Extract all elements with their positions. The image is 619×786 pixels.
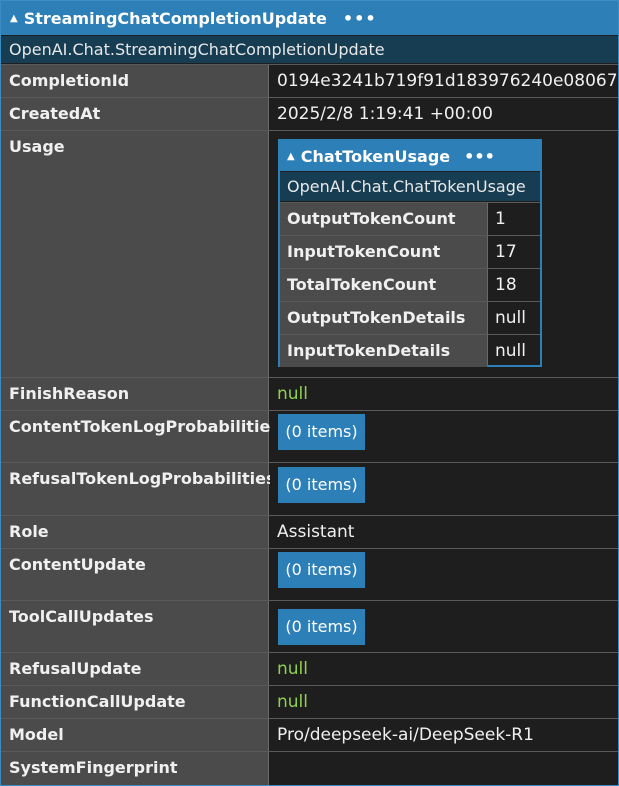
- usage-row-key: InputTokenDetails: [280, 335, 488, 367]
- row-key: RefusalUpdate: [1, 653, 269, 685]
- row-key: CompletionId: [1, 65, 269, 97]
- row-completion-id: CompletionId 0194e3241b719f91d183976240e…: [1, 64, 618, 97]
- usage-row-key: OutputTokenCount: [280, 203, 488, 235]
- usage-row: InputTokenCount 17: [280, 235, 540, 268]
- row-key: ContentTokenLogProbabilities: [1, 411, 280, 462]
- usage-object: ▲ ChatTokenUsage ••• OpenAI.Chat.ChatTok…: [278, 139, 542, 367]
- type-name: OpenAI.Chat.StreamingChatCompletionUpdat…: [1, 36, 618, 63]
- row-key: ToolCallUpdates: [1, 601, 269, 652]
- items-button[interactable]: (0 items): [278, 467, 365, 503]
- row-value: Assistant: [270, 516, 618, 548]
- row-key: ContentUpdate: [1, 549, 269, 600]
- row-usage: Usage ▲ ChatTokenUsage ••• OpenAI.Chat.C…: [1, 130, 618, 377]
- more-options-icon[interactable]: •••: [343, 9, 377, 28]
- usage-header[interactable]: ▲ ChatTokenUsage •••: [280, 141, 540, 171]
- usage-row-value: null: [495, 341, 526, 361]
- row-role: Role Assistant: [1, 515, 618, 548]
- usage-row-value: 17: [495, 242, 517, 262]
- usage-row-value: 1: [495, 209, 506, 229]
- row-value: [270, 752, 618, 785]
- usage-row: InputTokenDetails null: [280, 334, 540, 367]
- object-viewer: ▲ StreamingChatCompletionUpdate ••• Open…: [0, 0, 619, 786]
- usage-row: OutputTokenDetails null: [280, 301, 540, 334]
- row-key: Model: [1, 719, 269, 751]
- row-model: Model Pro/deepseek-ai/DeepSeek-R1: [1, 718, 618, 751]
- items-button[interactable]: (0 items): [278, 414, 365, 450]
- row-finish-reason: FinishReason null: [1, 377, 618, 410]
- collapse-caret-icon[interactable]: ▲: [287, 151, 295, 162]
- row-value: 2025/2/8 1:19:41 +00:00: [270, 98, 618, 130]
- row-value: null: [270, 378, 618, 410]
- usage-row-value: null: [495, 308, 526, 328]
- row-key: Usage: [1, 131, 269, 377]
- row-content-token-log-probabilities: ContentTokenLogProbabilities (0 items): [1, 410, 618, 462]
- row-key: Role: [1, 516, 269, 548]
- object-title: StreamingChatCompletionUpdate: [23, 8, 327, 28]
- row-system-fingerprint: SystemFingerprint: [1, 751, 618, 785]
- row-value: null: [270, 686, 618, 718]
- more-options-icon[interactable]: •••: [464, 147, 495, 166]
- row-refusal-token-log-probabilities: RefusalTokenLogProbabilities (0 items): [1, 462, 618, 515]
- row-value: Pro/deepseek-ai/DeepSeek-R1: [270, 719, 618, 751]
- row-tool-call-updates: ToolCallUpdates (0 items): [1, 600, 618, 652]
- object-header[interactable]: ▲ StreamingChatCompletionUpdate •••: [1, 1, 618, 35]
- usage-row-key: OutputTokenDetails: [280, 302, 488, 334]
- row-key: SystemFingerprint: [1, 752, 269, 785]
- row-value: 0194e3241b719f91d183976240e08067: [270, 65, 618, 97]
- usage-row: TotalTokenCount 18: [280, 268, 540, 301]
- row-key: FinishReason: [1, 378, 269, 410]
- row-created-at: CreatedAt 2025/2/8 1:19:41 +00:00: [1, 97, 618, 130]
- usage-row-key: InputTokenCount: [280, 236, 488, 268]
- collapse-caret-icon[interactable]: ▲: [10, 13, 18, 24]
- row-key: FunctionCallUpdate: [1, 686, 269, 718]
- items-button[interactable]: (0 items): [278, 552, 365, 588]
- row-function-call-update: FunctionCallUpdate null: [1, 685, 618, 718]
- usage-type-name: OpenAI.Chat.ChatTokenUsage: [280, 172, 540, 201]
- row-content-update: ContentUpdate (0 items): [1, 548, 618, 600]
- usage-row-key: TotalTokenCount: [280, 269, 488, 301]
- row-key: CreatedAt: [1, 98, 269, 130]
- usage-title: ChatTokenUsage: [300, 146, 451, 166]
- items-button[interactable]: (0 items): [278, 609, 365, 645]
- usage-row-value: 18: [495, 275, 517, 295]
- row-value: null: [270, 653, 618, 685]
- usage-row: OutputTokenCount 1: [280, 202, 540, 235]
- row-refusal-update: RefusalUpdate null: [1, 652, 618, 685]
- row-key: RefusalTokenLogProbabilities: [1, 463, 275, 515]
